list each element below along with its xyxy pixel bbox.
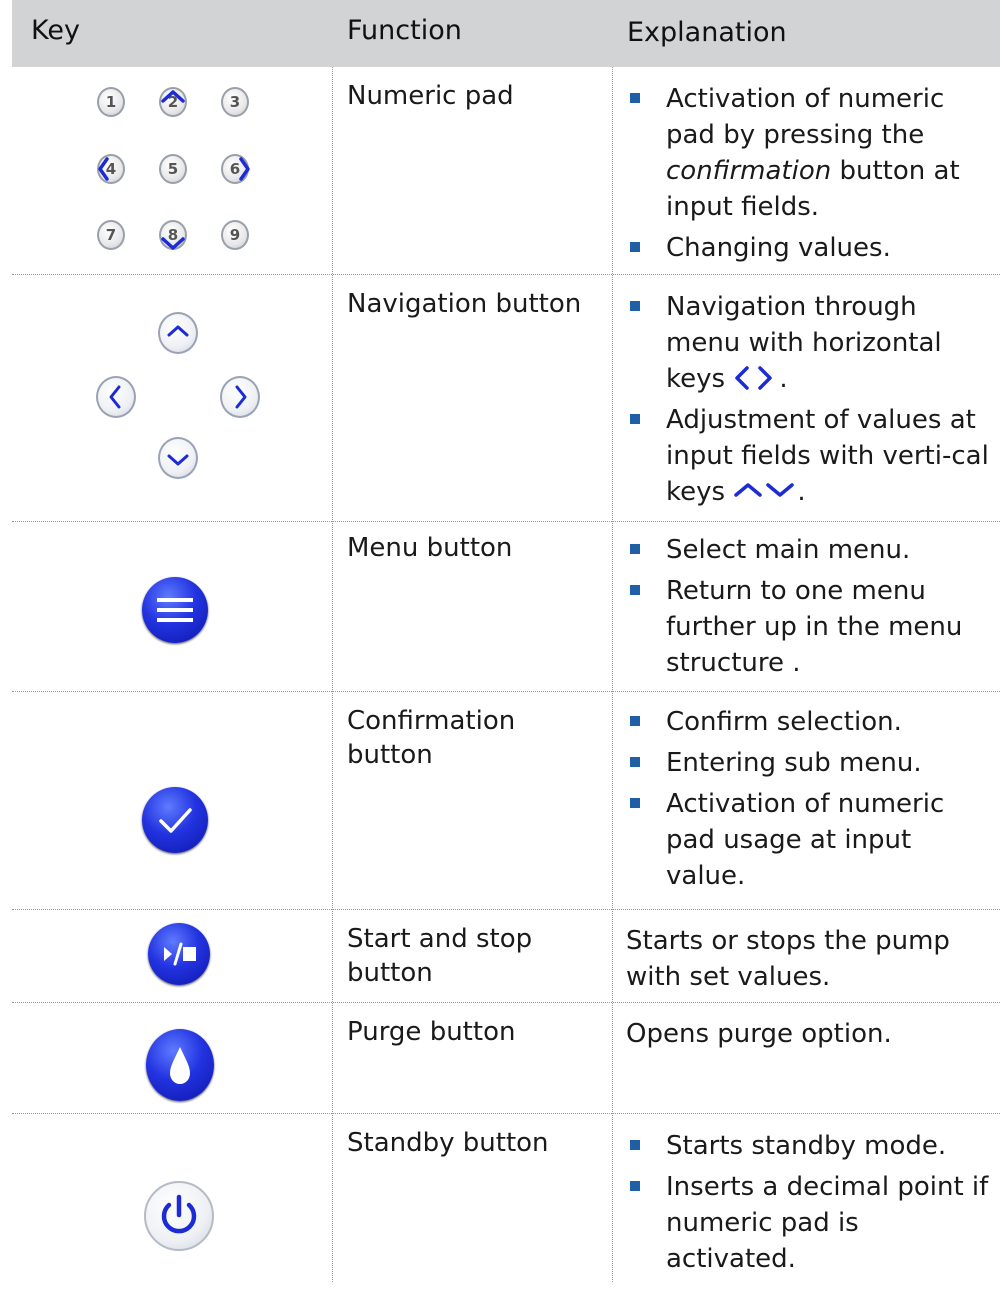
table-row: Confirmation button Confirm selection. E… [12,692,1000,909]
numeric-pad-icon: 1 2 3 4 5 6 7 8 9 [97,87,267,257]
function-label: Menu button [347,533,513,563]
table-row: Purge button Opens purge option. [12,1003,1000,1113]
left-right-arrows-icon [735,366,773,390]
explanation-cell: Starts or stops the pump with set values… [626,923,976,995]
table-row: Start and stop button Starts or stops th… [12,910,1000,1002]
explanation-item: Inserts a decimal point if numeric pad i… [626,1169,996,1277]
explanation-cell: Navigation through menu with horizontal … [626,289,996,515]
table-header: Key Function Explanation [12,0,1000,67]
drop-icon [146,1029,214,1101]
arrow-up-icon [158,312,198,354]
explanation-item: Activation of numeric pad usage at input… [626,786,996,894]
arrow-down-icon [158,437,198,479]
explanation-item: Changing values. [626,230,996,266]
explanation-cell: Select main menu. Return to one menu fur… [626,532,996,686]
menu-icon [142,577,208,643]
explanation-item: Activation of numeric pad by pressing th… [626,81,996,225]
function-label: Purge button [347,1017,516,1047]
header-key: Key [31,15,80,46]
explanation-text: Opens purge option. [626,1019,892,1049]
function-label: Confirmation button [347,706,516,770]
arrow-left-icon [96,376,136,418]
explanation-cell: Confirm selection. Entering sub menu. Ac… [626,704,996,899]
explanation-item: Adjustment of values at input fields wit… [626,402,996,510]
numpad-arrow-overlay [98,90,250,250]
explanation-item: Confirm selection. [626,704,996,740]
table-row: Navigation button Navigation through men… [12,275,1000,521]
explanation-item: Return to one menu further up in the men… [626,573,996,681]
power-icon [144,1181,214,1251]
explanation-text: Starts or stops the pump with set values… [626,926,950,992]
arrow-right-icon [220,376,260,418]
function-label: Standby button [347,1128,549,1158]
explanation-cell: Opens purge option. [626,1016,996,1052]
function-label: Navigation button [347,289,582,319]
header-function: Function [347,15,462,46]
function-label: Start and stop button [347,924,533,988]
explanation-item: Navigation through menu with horizontal … [626,289,996,397]
header-explanation: Explanation [627,17,787,48]
explanation-item: Select main menu. [626,532,996,568]
table-row: 1 2 3 4 5 6 7 8 9 Numeric pad Activation… [12,67,1000,274]
function-label: Numeric pad [347,81,514,111]
up-down-arrows-icon [734,483,795,497]
explanation-item: Starts standby mode. [626,1128,996,1164]
explanation-cell: Starts standby mode. Inserts a decimal p… [626,1128,996,1282]
key-function-table: Key Function Explanation 1 2 3 4 5 6 7 8… [12,0,1000,1282]
explanation-item: Entering sub menu. [626,745,996,781]
checkmark-icon [142,787,208,853]
table-row: Standby button Starts standby mode. Inse… [12,1114,1000,1282]
explanation-cell: Activation of numeric pad by pressing th… [626,81,996,271]
play-stop-icon [148,923,210,985]
table-row: Menu button Select main menu. Return to … [12,522,1000,691]
